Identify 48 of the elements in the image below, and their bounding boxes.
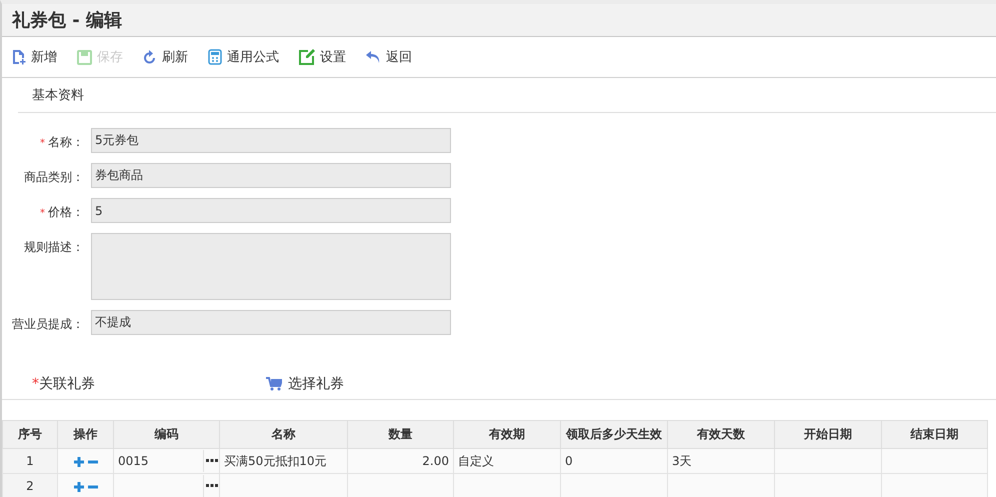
add-row-icon[interactable] — [72, 482, 86, 492]
settings-button[interactable]: 设置 — [299, 48, 346, 66]
row-number-cell: 2 — [2, 474, 58, 497]
column-header: 结束日期 — [882, 420, 988, 448]
text-field[interactable]: 券包商品 — [91, 163, 451, 188]
more-icon[interactable] — [203, 475, 219, 497]
column-header: 操作 — [58, 420, 114, 448]
more-icon[interactable] — [203, 450, 219, 472]
column-header: 开始日期 — [774, 420, 882, 448]
back-arrow-icon — [366, 50, 381, 64]
column-header: 名称 — [220, 420, 348, 448]
table-cell: 3天 — [668, 448, 774, 474]
row-number-cell: 1 — [2, 448, 58, 474]
table-cell: 2.00 — [348, 448, 454, 474]
field-label: 商品类别： — [23, 169, 84, 186]
text-field[interactable]: 5 — [91, 198, 451, 223]
table-cell: 自定义 — [454, 448, 560, 474]
column-header: 有效天数 — [668, 420, 774, 448]
calculator-icon — [208, 49, 222, 65]
save-icon — [77, 50, 92, 64]
refresh-icon — [143, 50, 157, 64]
new-document-icon — [12, 49, 26, 65]
field-label: * 价格： — [39, 204, 84, 221]
new-button[interactable]: 新增 — [12, 48, 57, 66]
section-title: 基本资料 — [32, 87, 84, 104]
column-header: 数量 — [348, 420, 454, 448]
description-field[interactable] — [91, 233, 451, 300]
field-label: 营业员提成： — [11, 316, 84, 333]
back-button[interactable]: 返回 — [366, 48, 412, 66]
page-title: 礼券包 - 编辑 — [12, 9, 122, 32]
select-coupon-button[interactable]: 选择礼券 — [266, 375, 344, 393]
text-field[interactable]: 不提成 — [91, 310, 451, 335]
column-header: 领取后多少天生效 — [560, 420, 668, 448]
table-cell-text: 0015 — [117, 454, 149, 468]
related-label: *关联礼券 — [32, 375, 96, 393]
text-field[interactable]: 5元券包 — [91, 128, 451, 153]
cart-icon — [266, 377, 282, 391]
formula-button[interactable]: 通用公式 — [208, 48, 279, 66]
column-header: 编码 — [114, 420, 220, 448]
column-header: 有效期 — [454, 420, 560, 448]
table-cell: 0 — [560, 448, 668, 474]
edit-icon — [299, 49, 315, 65]
column-header: 序号 — [2, 420, 58, 448]
field-label: * 名称： — [39, 134, 84, 151]
field-label: 规则描述： — [23, 239, 84, 256]
refresh-button[interactable]: 刷新 — [143, 48, 188, 66]
add-row-icon[interactable] — [72, 456, 86, 467]
table-cell: 买满50元抵扣10元 — [220, 448, 348, 474]
